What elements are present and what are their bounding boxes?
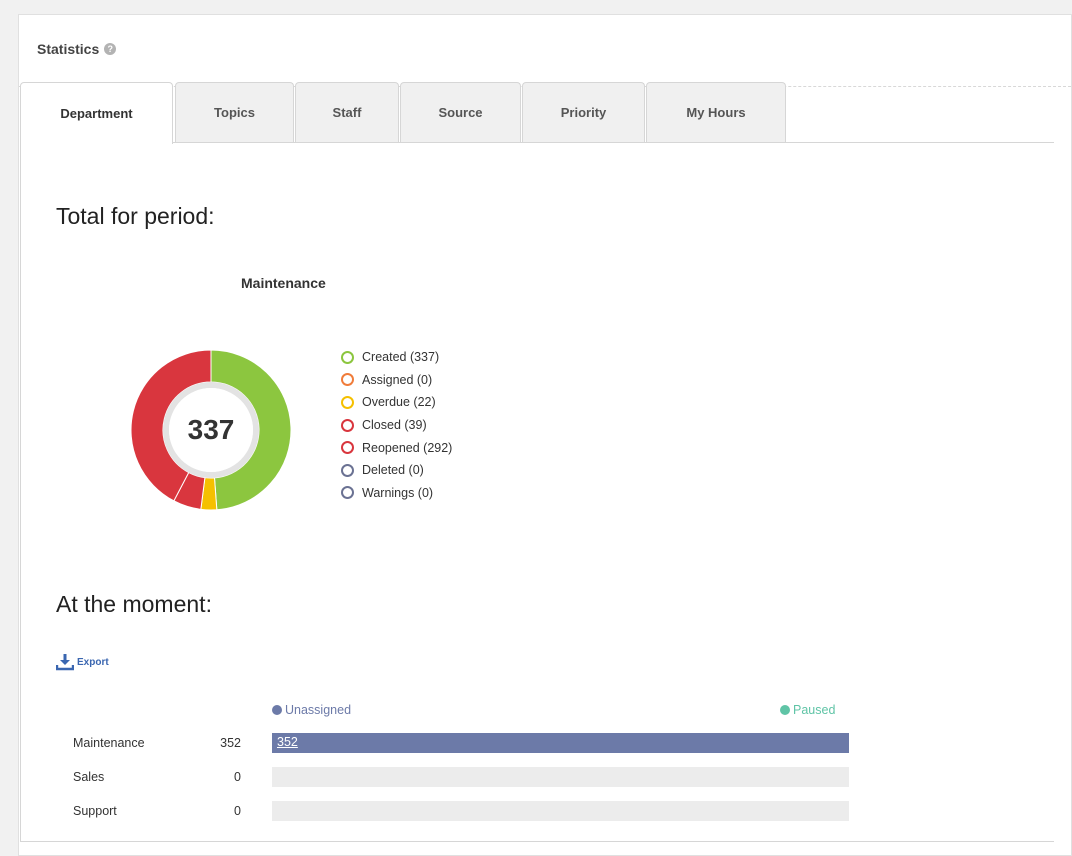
panel-title-text: Statistics	[37, 41, 100, 57]
tab-topics[interactable]: Topics	[175, 82, 294, 142]
row-label-support: Support	[73, 804, 117, 818]
legend-label: Deleted (0)	[362, 463, 424, 478]
row-count: 0	[234, 804, 241, 818]
tab-content: Total for period: Maintenance 337 Create…	[20, 142, 1054, 842]
bar-fill-unassigned[interactable]: 352	[272, 733, 849, 753]
tab-my-hours[interactable]: My Hours	[646, 82, 786, 142]
period-heading: Total for period:	[56, 203, 215, 229]
bar-value-link[interactable]: 352	[277, 735, 298, 749]
legend-label: Assigned (0)	[362, 372, 433, 387]
export-label: Export	[77, 656, 109, 668]
donut-center-value: 337	[187, 414, 235, 445]
legend-item-created[interactable]: Created (337)	[341, 346, 452, 369]
legend-item-closed[interactable]: Closed (39)	[341, 414, 452, 437]
tab-staff[interactable]: Staff	[295, 82, 399, 142]
export-button[interactable]: Export	[56, 653, 109, 671]
chart-title: Maintenance	[241, 275, 326, 291]
moment-heading: At the moment:	[56, 591, 212, 617]
legend-label: Created (337)	[362, 350, 440, 365]
legend-dot-icon	[341, 395, 354, 409]
legend-item-overdue[interactable]: Overdue (22)	[341, 391, 452, 414]
legend-unassigned[interactable]: Unassigned	[272, 703, 351, 717]
tab-source[interactable]: Source	[400, 82, 521, 142]
paused-label: Paused	[793, 703, 836, 717]
legend-dot-icon	[341, 463, 354, 477]
chart-legend: Created (337) Assigned (0) Overdue (22) Clo…	[341, 346, 452, 504]
row-count: 352	[220, 736, 241, 750]
legend-label: Closed (39)	[362, 418, 427, 433]
legend-label: Warnings (0)	[362, 485, 434, 500]
panel-header: Statistics ?	[19, 15, 1071, 87]
row-label-sales: Sales	[73, 770, 105, 784]
row-label-maintenance: Maintenance	[73, 736, 145, 750]
unassigned-label: Unassigned	[285, 703, 352, 717]
panel-title: Statistics ?	[37, 41, 117, 57]
row-count: 0	[234, 770, 241, 784]
legend-dot-icon	[341, 418, 354, 432]
tab-priority[interactable]: Priority	[522, 82, 645, 142]
legend-item-assigned[interactable]: Assigned (0)	[341, 369, 452, 392]
unassigned-dot-icon	[272, 705, 282, 715]
legend-label: Overdue (22)	[362, 395, 436, 410]
legend-item-reopened[interactable]: Reopened (292)	[341, 436, 452, 459]
legend-dot-icon	[341, 350, 354, 364]
legend-dot-icon	[341, 373, 354, 387]
question-circle-icon[interactable]: ?	[104, 43, 117, 55]
tab-department[interactable]: Department	[20, 82, 173, 144]
download-icon	[56, 654, 74, 671]
legend-paused[interactable]: Paused	[780, 703, 835, 717]
bar-track	[272, 801, 849, 821]
paused-dot-icon	[780, 705, 790, 715]
legend-item-deleted[interactable]: Deleted (0)	[341, 459, 452, 482]
legend-dot-icon	[341, 486, 354, 500]
legend-dot-icon	[341, 441, 354, 455]
bar-track	[272, 767, 849, 787]
legend-item-warnings[interactable]: Warnings (0)	[341, 482, 452, 505]
bar-track: 352	[272, 733, 849, 753]
legend-label: Reopened (292)	[362, 440, 453, 455]
